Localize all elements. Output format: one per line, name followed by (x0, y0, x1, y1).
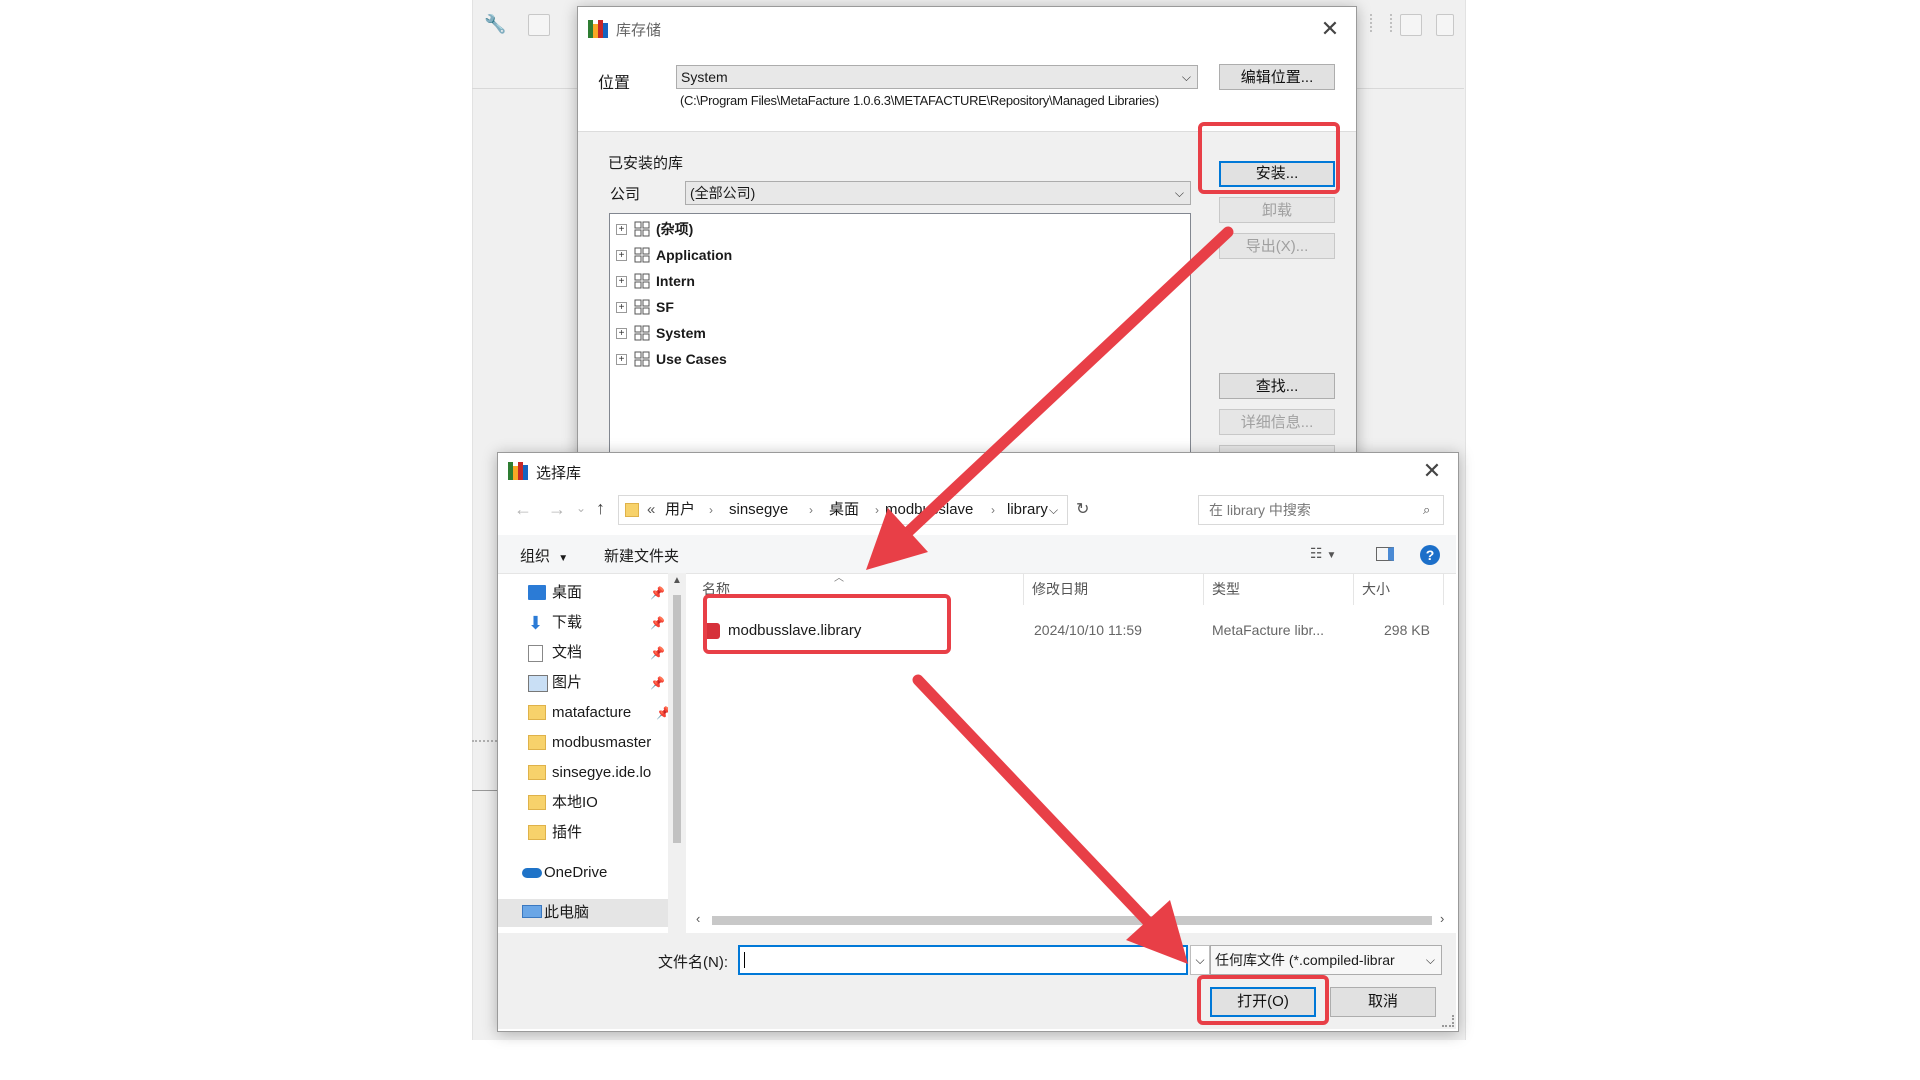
arrow-file-to-open (912, 674, 1188, 964)
arrow-install-to-file (866, 226, 1234, 570)
annotation-arrows (866, 226, 1234, 964)
